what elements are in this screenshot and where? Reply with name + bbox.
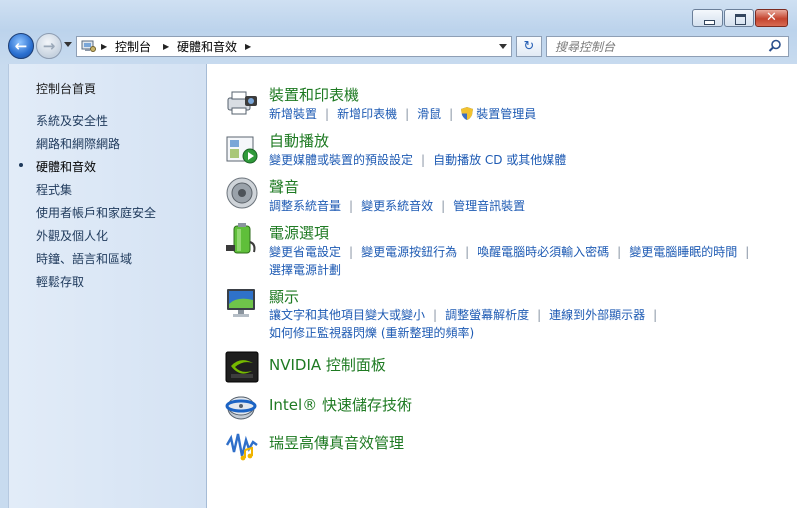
back-arrow-icon: ← bbox=[14, 37, 28, 55]
main-content: 裝置和印表機 新增裝置 | 新增印表機 | 滑鼠 | 裝置管理員 自動播放 變更媒體或裝置的… bbox=[206, 64, 797, 508]
links-power-options-line2: 選擇電源計劃 bbox=[269, 261, 341, 278]
link-connect-external-display[interactable]: 連線到外部顯示器 bbox=[549, 308, 645, 322]
link-change-sounds[interactable]: 變更系統音效 bbox=[361, 199, 433, 213]
minimize-icon bbox=[704, 20, 715, 25]
link-divider: | bbox=[465, 245, 470, 259]
autoplay-icon bbox=[226, 136, 258, 164]
close-icon: ✕ bbox=[766, 10, 777, 25]
sidebar-item-programs[interactable]: 程式集 bbox=[36, 181, 72, 198]
link-choose-power-plan[interactable]: 選擇電源計劃 bbox=[269, 263, 341, 277]
back-button[interactable]: ← bbox=[8, 33, 34, 59]
category-title-power-options[interactable]: 電源選項 bbox=[269, 222, 329, 243]
link-play-cd[interactable]: 自動播放 CD 或其他媒體 bbox=[433, 153, 566, 167]
link-fix-monitor-flicker[interactable]: 如何修正監視器閃爍 (重新整理的頻率) bbox=[269, 326, 474, 340]
link-power-button-behavior[interactable]: 變更電源按鈕行為 bbox=[361, 245, 457, 259]
category-title-intel-storage[interactable]: Intel® 快速儲存技術 bbox=[269, 394, 412, 415]
link-require-password-on-wake[interactable]: 喚醒電腦時必須輸入密碼 bbox=[477, 245, 609, 259]
link-divider: | bbox=[537, 308, 542, 322]
nvidia-icon bbox=[225, 351, 259, 383]
sidebar-item-appearance[interactable]: 外觀及個人化 bbox=[36, 227, 108, 244]
link-device-manager[interactable]: 裝置管理員 bbox=[476, 107, 536, 121]
link-add-device[interactable]: 新增裝置 bbox=[269, 107, 317, 121]
category-title-autoplay[interactable]: 自動播放 bbox=[269, 130, 329, 151]
maximize-icon bbox=[735, 14, 746, 25]
intel-storage-icon bbox=[225, 396, 257, 420]
breadcrumb-separator-icon[interactable]: ▶ bbox=[163, 40, 169, 54]
current-item-bullet bbox=[19, 163, 23, 167]
link-divider: | bbox=[653, 308, 658, 322]
breadcrumb-separator-icon[interactable]: ▶ bbox=[101, 40, 107, 54]
navigation-bar: ← → ▶ 控制台 ▶ 硬體和音效 ▶ ↻ bbox=[0, 30, 797, 64]
breadcrumb-separator-icon[interactable]: ▶ bbox=[245, 40, 251, 54]
links-sound: 調整系統音量 | 變更系統音效 | 管理音訊裝置 bbox=[269, 197, 525, 214]
category-title-display[interactable]: 顯示 bbox=[269, 286, 299, 307]
control-panel-icon bbox=[81, 40, 96, 52]
refresh-button[interactable]: ↻ bbox=[516, 36, 542, 57]
sidebar-home-link[interactable]: 控制台首頁 bbox=[36, 80, 96, 97]
links-devices-printers: 新增裝置 | 新增印表機 | 滑鼠 | 裝置管理員 bbox=[269, 105, 536, 122]
link-make-text-larger[interactable]: 讓文字和其他項目變大或變小 bbox=[269, 308, 425, 322]
link-change-sleep-time[interactable]: 變更電腦睡眠的時間 bbox=[629, 245, 737, 259]
category-title-devices-printers[interactable]: 裝置和印表機 bbox=[269, 84, 359, 105]
speaker-icon bbox=[226, 177, 258, 209]
link-divider: | bbox=[745, 245, 750, 259]
maximize-button[interactable] bbox=[724, 9, 754, 27]
sidebar-item-ease-of-access[interactable]: 輕鬆存取 bbox=[36, 273, 84, 290]
link-divider: | bbox=[441, 199, 446, 213]
monitor-icon bbox=[227, 289, 255, 317]
refresh-icon: ↻ bbox=[523, 39, 535, 54]
links-power-options: 變更省電設定 | 變更電源按鈕行為 | 喚醒電腦時必須輸入密碼 | 變更電腦睡眠的時間 | bbox=[269, 243, 757, 260]
link-mouse[interactable]: 滑鼠 bbox=[417, 107, 441, 121]
recent-pages-dropdown-icon[interactable] bbox=[64, 42, 72, 47]
forward-button[interactable]: → bbox=[36, 33, 62, 59]
breadcrumb-control-panel[interactable]: 控制台 bbox=[115, 40, 151, 54]
category-title-nvidia[interactable]: NVIDIA 控制面板 bbox=[269, 354, 386, 375]
forward-arrow-icon: → bbox=[42, 37, 56, 55]
link-divider: | bbox=[325, 107, 330, 121]
links-display: 讓文字和其他項目變大或變小 | 調整螢幕解析度 | 連線到外部顯示器 | bbox=[269, 306, 665, 323]
category-title-sound[interactable]: 聲音 bbox=[269, 176, 299, 197]
link-divider: | bbox=[449, 107, 454, 121]
link-change-media-defaults[interactable]: 變更媒體或裝置的預設設定 bbox=[269, 153, 413, 167]
sidebar-item-network-internet[interactable]: 網路和網際網路 bbox=[36, 135, 120, 152]
title-bar: ✕ bbox=[0, 0, 797, 30]
sidebar: 控制台首頁 系統及安全性 網路和網際網路 硬體和音效 程式集 使用者帳戶和家庭安… bbox=[8, 64, 207, 508]
breadcrumb-hardware-sound[interactable]: 硬體和音效 bbox=[177, 40, 237, 54]
battery-icon bbox=[226, 223, 256, 254]
link-manage-audio-devices[interactable]: 管理音訊裝置 bbox=[453, 199, 525, 213]
sidebar-item-system-security[interactable]: 系統及安全性 bbox=[36, 112, 108, 129]
links-display-line2: 如何修正監視器閃爍 (重新整理的頻率) bbox=[269, 324, 474, 341]
printer-camera-icon bbox=[227, 91, 257, 115]
address-bar[interactable]: ▶ 控制台 ▶ 硬體和音效 ▶ bbox=[76, 36, 512, 57]
link-adjust-volume[interactable]: 調整系統音量 bbox=[269, 199, 341, 213]
search-box bbox=[546, 36, 789, 57]
sidebar-item-user-accounts[interactable]: 使用者帳戶和家庭安全 bbox=[36, 204, 156, 221]
link-adjust-resolution[interactable]: 調整螢幕解析度 bbox=[445, 308, 529, 322]
uac-shield-icon bbox=[461, 107, 474, 120]
control-panel-window: ✕ ← → ▶ 控制台 ▶ 硬體和音效 ▶ ↻ 搜尋控制台 控制台首頁 系統及安… bbox=[0, 0, 797, 508]
minimize-button[interactable] bbox=[692, 9, 723, 27]
close-button[interactable]: ✕ bbox=[755, 9, 788, 27]
category-title-realtek-audio[interactable]: 瑞昱高傳真音效管理 bbox=[269, 432, 404, 453]
links-autoplay: 變更媒體或裝置的預設設定 | 自動播放 CD 或其他媒體 bbox=[269, 151, 566, 168]
search-icon[interactable] bbox=[768, 39, 782, 53]
link-add-printer[interactable]: 新增印表機 bbox=[337, 107, 397, 121]
sidebar-item-clock-region[interactable]: 時鐘、語言和區域 bbox=[36, 250, 132, 267]
link-divider: | bbox=[349, 199, 354, 213]
realtek-audio-icon bbox=[225, 433, 258, 461]
link-divider: | bbox=[433, 308, 438, 322]
link-divider: | bbox=[349, 245, 354, 259]
search-input[interactable] bbox=[555, 38, 755, 55]
sidebar-item-hardware-sound[interactable]: 硬體和音效 bbox=[36, 158, 96, 175]
link-change-power-saving[interactable]: 變更省電設定 bbox=[269, 245, 341, 259]
link-divider: | bbox=[405, 107, 410, 121]
address-dropdown-icon[interactable] bbox=[499, 44, 507, 49]
link-divider: | bbox=[421, 153, 426, 167]
link-divider: | bbox=[617, 245, 622, 259]
